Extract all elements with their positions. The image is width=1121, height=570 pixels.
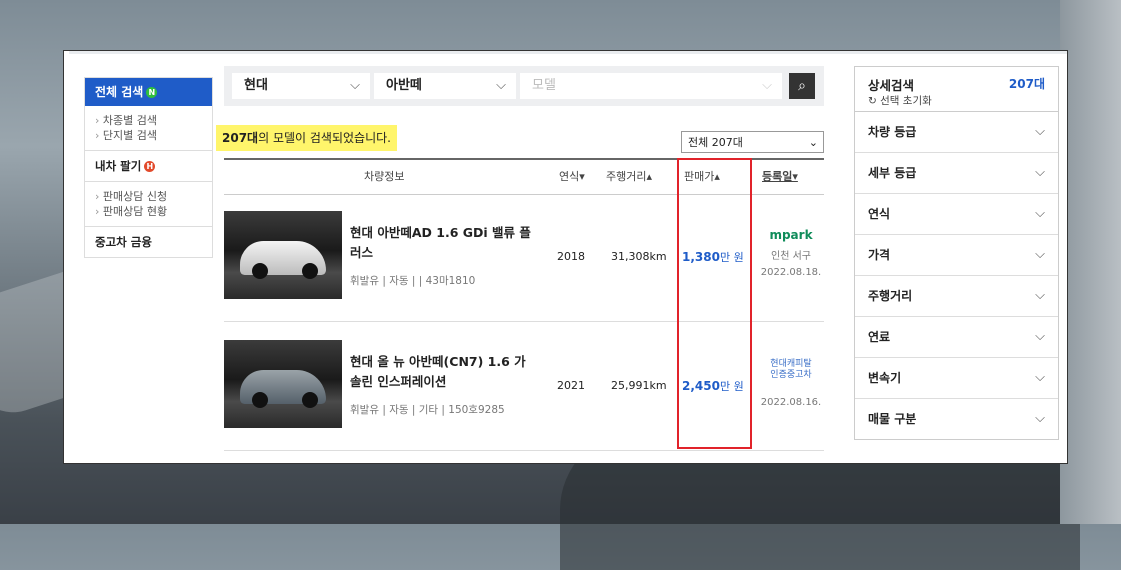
chevron-down-icon: ⌄ <box>808 136 818 149</box>
car-title-link[interactable]: 현대 아반떼AD 1.6 GDi 밸류 플러스 <box>350 223 535 263</box>
filter-vehicle-grade[interactable]: 차량 등급 ⌵ <box>855 112 1058 153</box>
chevron-down-icon: ⌵ <box>1035 329 1045 344</box>
car-year: 2021 <box>557 379 585 392</box>
menu-sales-consult-status[interactable]: 판매상담 현황 <box>95 204 202 219</box>
refresh-icon: ↻ <box>868 95 881 107</box>
dealer-logo-line2: 인증중고차 <box>770 370 812 380</box>
chevron-down-icon: ⌵ <box>1035 206 1045 221</box>
menu-sell-my-car[interactable]: 내차 팔기 H <box>85 151 212 182</box>
car-meta: 휘발유 | 자동 | 기타 | 150호9285 <box>350 404 505 416</box>
menu-sell-label: 내차 팔기 <box>95 159 142 173</box>
car-title-link[interactable]: 현대 올 뉴 아반떼(CN7) 1.6 가솔린 인스퍼레이션 <box>350 352 535 392</box>
car-meta: 휘발유 | 자동 | | 43마1810 <box>350 275 476 287</box>
filter-transmission[interactable]: 변속기 ⌵ <box>855 358 1058 399</box>
sort-year[interactable]: 연식▾ <box>559 160 585 194</box>
search-submenu: 차종별 검색 단지별 검색 <box>85 106 212 151</box>
dealer-logo-line1: 현대캐피탈 <box>770 359 812 369</box>
detail-model-select[interactable]: 모델 ⌵ <box>520 73 782 99</box>
screenshot-frame: 전체 검색N 차종별 검색 단지별 검색 내차 팔기H 판매상담 신청 판매상담… <box>63 50 1068 464</box>
reset-label: 선택 초기화 <box>880 95 932 107</box>
filter-fuel[interactable]: 연료 ⌵ <box>855 317 1058 358</box>
car-image <box>302 392 318 408</box>
left-menu: 전체 검색N 차종별 검색 단지별 검색 내차 팔기H 판매상담 신청 판매상담… <box>84 77 213 258</box>
menu-search-by-complex[interactable]: 단지별 검색 <box>95 128 202 143</box>
chevron-down-icon: ⌵ <box>1035 411 1045 426</box>
reset-selection-button[interactable]: ↻ 선택 초기화 <box>868 93 932 108</box>
dealer-info: mpark 인천 서구 2022.08.18. <box>752 227 830 281</box>
chevron-down-icon: ⌵ <box>350 78 360 93</box>
menu-sales-consult-request[interactable]: 판매상담 신청 <box>95 189 202 204</box>
menu-full-search[interactable]: 전체 검색 N <box>85 78 212 106</box>
filter-listing-type[interactable]: 매물 구분 ⌵ <box>855 399 1058 439</box>
car-image <box>252 263 268 279</box>
search-icon: ⌕ <box>798 78 806 94</box>
chevron-down-icon: ⌵ <box>496 78 506 93</box>
result-text: 의 모델이 검색되었습니다. <box>258 131 391 145</box>
filter-label: 연료 <box>868 330 891 344</box>
result-filter-value: 전체 207대 <box>688 136 743 149</box>
detail-search-panel: 상세검색 ↻ 선택 초기화 207대 차량 등급 ⌵ 세부 등급 ⌵ 연식 ⌵ 가격 ⌵… <box>854 66 1059 440</box>
result-count: 207대 <box>222 131 259 145</box>
dealer-logo: mpark <box>769 228 813 242</box>
car-mileage: 25,991km <box>611 379 667 392</box>
car-thumbnail[interactable] <box>224 211 342 299</box>
filter-label: 주행거리 <box>868 289 913 303</box>
menu-used-car-finance[interactable]: 중고차 금융 <box>85 227 212 257</box>
new-badge: N <box>146 87 158 98</box>
filter-label: 연식 <box>868 207 891 221</box>
chevron-down-icon: ⌵ <box>1035 288 1045 303</box>
chevron-down-icon: ⌵ <box>1035 165 1045 180</box>
filter-mileage[interactable]: 주행거리 ⌵ <box>855 276 1058 317</box>
filter-label: 차량 등급 <box>868 125 917 139</box>
header-vehicle-info: 차량정보 <box>364 170 405 183</box>
search-button[interactable]: ⌕ <box>789 73 815 99</box>
menu-full-search-label: 전체 검색 <box>95 85 144 99</box>
filter-price[interactable]: 가격 ⌵ <box>855 235 1058 276</box>
result-filter-select[interactable]: 전체 207대 ⌄ <box>681 131 824 153</box>
sort-registration-date[interactable]: 등록일▾ <box>762 160 798 194</box>
filter-label: 가격 <box>868 248 891 262</box>
filter-label: 변속기 <box>868 371 902 385</box>
chevron-down-icon: ⌵ <box>1035 124 1045 139</box>
hot-badge: H <box>144 161 156 172</box>
menu-search-by-type[interactable]: 차종별 검색 <box>95 113 202 128</box>
registration-date: 2022.08.18. <box>760 267 822 278</box>
dealer-location: 인천 서구 <box>771 251 811 262</box>
search-bar: 현대 ⌵ 아반떼 ⌵ 모델 ⌵ ⌕ <box>224 66 824 106</box>
maker-select[interactable]: 현대 ⌵ <box>232 73 370 99</box>
price-column-highlight <box>677 158 752 449</box>
model-select-value: 아반떼 <box>386 78 422 93</box>
car-thumbnail[interactable] <box>224 340 342 428</box>
registration-date: 2022.08.16. <box>760 397 822 408</box>
detail-search-count: 207대 <box>1008 77 1045 91</box>
content-area: 전체 검색N 차종별 검색 단지별 검색 내차 팔기H 판매상담 신청 판매상담… <box>69 51 1067 463</box>
background-decoration <box>1060 0 1121 524</box>
chevron-down-icon: ⌵ <box>1035 247 1045 262</box>
chevron-down-icon: ⌵ <box>1035 370 1045 385</box>
car-image <box>252 392 268 408</box>
sell-submenu: 판매상담 신청 판매상담 현황 <box>85 182 212 227</box>
car-year: 2018 <box>557 250 585 263</box>
car-image <box>302 263 318 279</box>
car-mileage: 31,308km <box>611 250 667 263</box>
filter-label: 매물 구분 <box>868 412 917 426</box>
dealer-info: 현대캐피탈 인증중고차 2022.08.16. <box>752 359 830 411</box>
detail-search-title: 상세검색 <box>868 78 915 93</box>
filter-label: 세부 등급 <box>868 166 917 180</box>
chevron-down-icon: ⌵ <box>762 78 772 93</box>
result-count-message: 207대의 모델이 검색되었습니다. <box>216 125 397 151</box>
filter-sub-grade[interactable]: 세부 등급 ⌵ <box>855 153 1058 194</box>
filter-year[interactable]: 연식 ⌵ <box>855 194 1058 235</box>
model-select[interactable]: 아반떼 ⌵ <box>374 73 516 99</box>
maker-select-value: 현대 <box>244 78 268 93</box>
sort-mileage[interactable]: 주행거리▴ <box>606 160 652 194</box>
detail-model-placeholder: 모델 <box>532 78 556 93</box>
detail-search-header: 상세검색 ↻ 선택 초기화 207대 <box>855 67 1058 112</box>
